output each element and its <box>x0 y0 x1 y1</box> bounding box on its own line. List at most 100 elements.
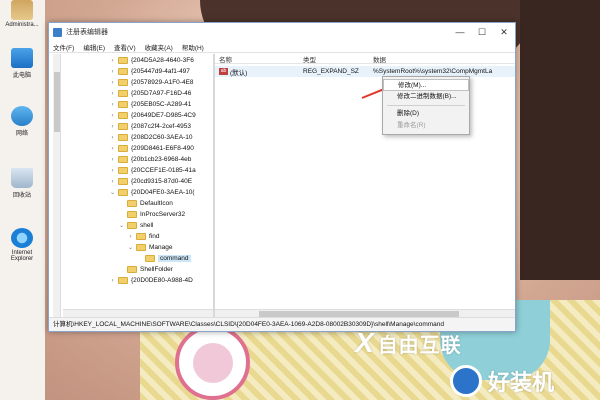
tree-node[interactable]: › {204D5A28-4640-3F6 <box>49 55 213 66</box>
expand-toggle-icon[interactable]: › <box>109 124 116 130</box>
tree-node[interactable]: › {20D0DE80-A988-4D <box>49 275 213 286</box>
tree-node-label: {205447d9-4af1-497 <box>131 68 190 75</box>
network-icon <box>11 106 33 126</box>
expand-toggle-icon[interactable]: › <box>109 102 116 108</box>
folder-icon <box>136 233 146 240</box>
expand-toggle-icon[interactable]: › <box>109 135 116 141</box>
watermark-x-logo-icon: X <box>355 327 374 358</box>
column-header-name[interactable]: 名称 <box>215 54 299 64</box>
folder-icon <box>118 123 128 130</box>
tree-node[interactable]: › {20CCEF1E-0185-41a <box>49 165 213 176</box>
tree-node[interactable]: › {208D2C60-3AEA-10 <box>49 132 213 143</box>
registry-app-icon <box>53 27 62 37</box>
watermark-text: 好装机 <box>488 370 555 395</box>
computer-icon <box>11 48 33 68</box>
context-menu-item[interactable]: 删除(D) <box>383 108 469 120</box>
folder-icon <box>118 145 128 152</box>
folder-icon <box>145 255 155 262</box>
tree-node-label: {2087c2f4-2cef-4953 <box>131 123 191 130</box>
desktop-icon-internet-explorer[interactable]: Internet Explorer <box>3 228 41 262</box>
context-menu-item[interactable]: 修改二进制数据(B)... <box>383 91 469 103</box>
tree-node-label: command <box>158 255 191 262</box>
column-header-data[interactable]: 数据 <box>369 54 515 64</box>
tree-node[interactable]: ⌄ Manage <box>49 242 213 253</box>
folder-icon <box>118 112 128 119</box>
folder-icon <box>127 211 137 218</box>
expand-toggle-icon[interactable]: ⌄ <box>118 222 125 229</box>
menu-help[interactable]: 帮助(H) <box>182 42 204 52</box>
tree-node[interactable]: DefaultIcon <box>49 198 213 209</box>
recycle-bin-icon <box>11 168 33 188</box>
expand-toggle-icon[interactable]: › <box>109 80 116 86</box>
registry-tree-pane: › {204D5A28-4640-3F6 › {205447d9-4af1-497 › {… <box>49 54 215 317</box>
tree-node[interactable]: ⌄ {20D04FE0-3AEA-10( <box>49 187 213 198</box>
tree-node[interactable]: › {205EB05C-A289-41 <box>49 99 213 110</box>
expand-toggle-icon[interactable]: › <box>109 58 116 64</box>
tree-node-label: Manage <box>149 244 173 251</box>
expand-toggle-icon[interactable]: › <box>109 168 116 174</box>
tree-node-label: {20b1cb23-6968-4eb <box>131 156 192 163</box>
expand-toggle-icon[interactable]: › <box>109 179 116 185</box>
user-folder-icon <box>11 0 33 20</box>
tree-node-label: {204D5A28-4640-3F6 <box>131 57 194 64</box>
folder-icon <box>118 189 128 196</box>
desktop-icon-administrator[interactable]: Administra... <box>3 0 41 28</box>
expand-toggle-icon[interactable]: › <box>109 278 116 284</box>
expand-toggle-icon[interactable]: › <box>109 91 116 97</box>
column-header-type[interactable]: 类型 <box>299 54 369 64</box>
maximize-button[interactable]: ☐ <box>471 23 493 41</box>
desktop-icon-label: Administra... <box>5 22 39 28</box>
internet-explorer-icon <box>11 228 33 248</box>
close-button[interactable]: ✕ <box>493 23 515 41</box>
desktop-icon-this-pc[interactable]: 此电脑 <box>3 48 41 79</box>
menu-edit[interactable]: 编辑(E) <box>83 42 105 52</box>
tree-vertical-scrollbar[interactable] <box>53 54 61 317</box>
title-bar[interactable]: 注册表编辑器 — ☐ ✕ <box>49 23 515 41</box>
expand-toggle-icon[interactable]: › <box>109 146 116 152</box>
expand-toggle-icon[interactable]: ⌄ <box>127 244 134 251</box>
tree-horizontal-scrollbar[interactable] <box>63 309 213 317</box>
tree-node[interactable]: › {20b1cb23-6968-4eb <box>49 154 213 165</box>
menu-separator <box>387 105 465 106</box>
tree-node[interactable]: › {20578929-A1F0-4E8 <box>49 77 213 88</box>
menu-bar: 文件(F) 编辑(E) 查看(V) 收藏夹(A) 帮助(H) <box>49 41 515 53</box>
menu-view[interactable]: 查看(V) <box>114 42 136 52</box>
expand-toggle-icon[interactable]: › <box>109 69 116 75</box>
values-horizontal-scrollbar[interactable] <box>215 309 515 317</box>
folder-icon <box>127 200 137 207</box>
watermark-text: 自由互联 <box>377 334 462 357</box>
expand-toggle-icon[interactable]: ⌄ <box>109 189 116 196</box>
menu-favorites[interactable]: 收藏夹(A) <box>145 42 173 52</box>
expand-toggle-icon[interactable]: › <box>109 113 116 119</box>
expand-toggle-icon[interactable]: › <box>109 157 116 163</box>
desktop-icon-label: Internet Explorer <box>10 250 34 262</box>
tree-node[interactable]: › {2087c2f4-2cef-4953 <box>49 121 213 132</box>
desktop-icon-recycle-bin[interactable]: 回收站 <box>3 168 41 199</box>
tree-node-label: {208D2C60-3AEA-10 <box>131 134 193 141</box>
tree-node[interactable]: ⌄ shell <box>49 220 213 231</box>
tree-node-label: {20CCEF1E-0185-41a <box>131 167 196 174</box>
tree-node[interactable]: › {205447d9-4af1-497 <box>49 66 213 77</box>
expand-toggle-icon[interactable]: › <box>127 234 134 240</box>
tree-node-label: {20649DE7-D985-4C9 <box>131 112 196 119</box>
desktop-icon-network[interactable]: 网络 <box>3 106 41 137</box>
value-row-default[interactable]: ab (默认) REG_EXPAND_SZ %SystemRoot%\syste… <box>215 66 515 77</box>
desktop-icon-label: 此电脑 <box>12 73 31 79</box>
minimize-button[interactable]: — <box>449 23 471 41</box>
folder-icon <box>118 57 128 64</box>
tree-node[interactable]: command <box>49 253 213 264</box>
tree-node-label: InProcServer32 <box>140 211 186 218</box>
tree-node[interactable]: › find <box>49 231 213 242</box>
tree-node-label: {20D0DE80-A988-4D <box>131 277 193 284</box>
watermark-ziyouhulian: X 自由互联 <box>355 327 462 358</box>
tree-node[interactable]: › {20649DE7-D985-4C9 <box>49 110 213 121</box>
tree-node[interactable]: InProcServer32 <box>49 209 213 220</box>
tree-node[interactable]: › {20cd9315-87d0-40E <box>49 176 213 187</box>
tree-node-label: DefaultIcon <box>140 200 173 207</box>
tree-node[interactable]: › {205D7A97-F16D-46 <box>49 88 213 99</box>
menu-file[interactable]: 文件(F) <box>53 42 74 52</box>
folder-icon <box>118 134 128 141</box>
tree-node[interactable]: ShellFolder <box>49 264 213 275</box>
tree-node[interactable]: › {209D8461-E6F8-490 <box>49 143 213 154</box>
context-menu-item[interactable]: 修改(M)... <box>383 79 469 91</box>
